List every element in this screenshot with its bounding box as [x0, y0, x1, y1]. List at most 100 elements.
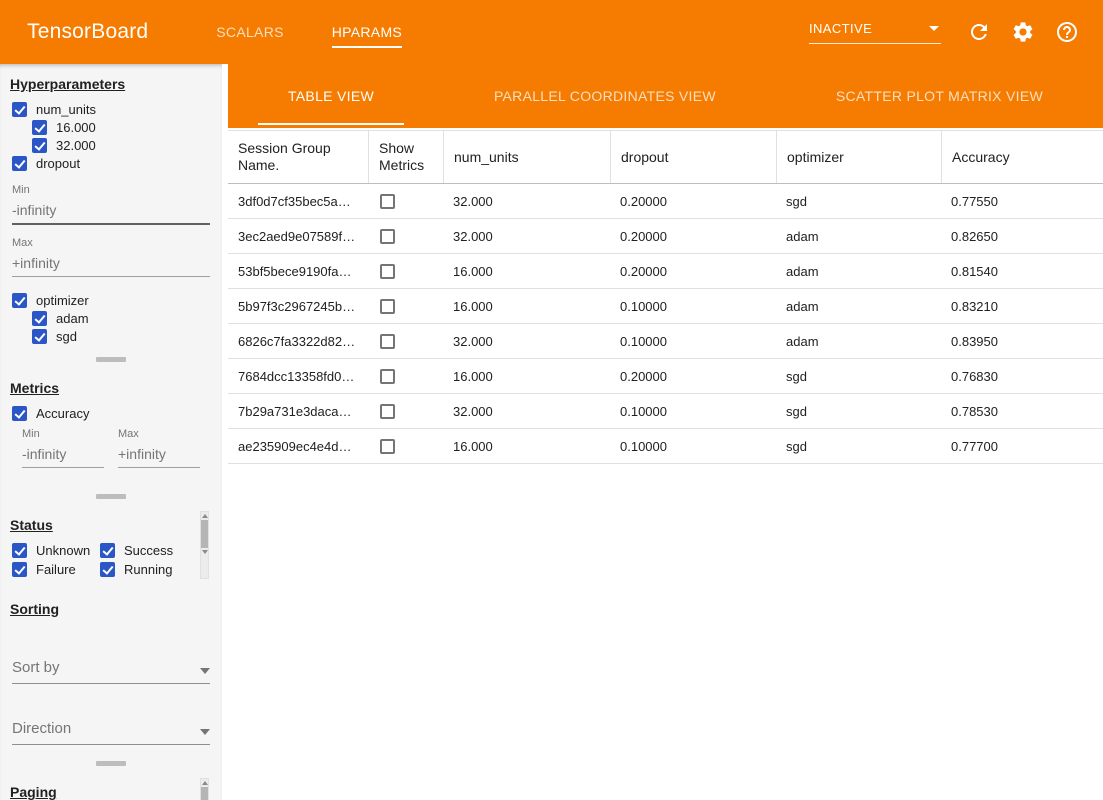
- show-metrics-checkbox[interactable]: [380, 439, 395, 454]
- success-label: Success: [124, 543, 173, 558]
- num-units-value: 16.000: [443, 299, 610, 314]
- paging-scrollbar[interactable]: [200, 778, 209, 800]
- accuracy-value: 0.82650: [941, 229, 1103, 244]
- section-resize-handle[interactable]: [96, 494, 126, 499]
- help-icon[interactable]: [1055, 20, 1079, 44]
- dropout-value: 0.10000: [610, 299, 776, 314]
- section-resize-handle[interactable]: [96, 761, 126, 766]
- tensorboard-app: TensorBoard SCALARS HPARAMS INACTIVE Hyp…: [0, 0, 1103, 800]
- running-label: Running: [124, 562, 172, 577]
- dropout-value: 0.20000: [610, 229, 776, 244]
- num-units-value: 16.000: [443, 264, 610, 279]
- direction-select[interactable]: Direction: [12, 720, 210, 745]
- sgd-checkbox[interactable]: [32, 329, 47, 344]
- metric-min-input[interactable]: [22, 442, 104, 468]
- tab-hparams[interactable]: HPARAMS: [308, 0, 426, 64]
- dropdown-arrow-icon: [200, 668, 210, 674]
- table-row: 7b29a731e3daca… 32.000 0.10000 sgd 0.785…: [228, 394, 1103, 429]
- settings-icon[interactable]: [1011, 20, 1035, 44]
- refresh-icon[interactable]: [967, 20, 991, 44]
- tab-scalars[interactable]: SCALARS: [192, 0, 307, 64]
- optimizer-value: adam: [776, 229, 941, 244]
- dropout-min-input[interactable]: [12, 198, 210, 225]
- unknown-checkbox[interactable]: [12, 543, 27, 558]
- show-metrics-checkbox[interactable]: [380, 369, 395, 384]
- session-group-name: 6826c7fa3322d82…: [228, 334, 368, 349]
- view-tabs: TABLE VIEW PARALLEL COORDINATES VIEW SCA…: [228, 64, 1103, 128]
- optimizer-value: sgd: [776, 439, 941, 454]
- metric-max-input[interactable]: [118, 442, 200, 468]
- show-metrics-checkbox[interactable]: [380, 299, 395, 314]
- accuracy-value: 0.78530: [941, 404, 1103, 419]
- optimizer-checkbox[interactable]: [12, 293, 27, 308]
- running-checkbox[interactable]: [100, 562, 115, 577]
- session-group-name: 5b97f3c2967245b…: [228, 299, 368, 314]
- tab-parallel-coordinates-view[interactable]: PARALLEL COORDINATES VIEW: [464, 64, 746, 128]
- status-unknown: Unknown: [12, 541, 100, 559]
- show-metrics-checkbox[interactable]: [380, 334, 395, 349]
- value-32-checkbox[interactable]: [32, 138, 47, 153]
- scrollbar-thumb[interactable]: [201, 520, 208, 548]
- accuracy-value: 0.83950: [941, 334, 1103, 349]
- optimizer-value: adam: [776, 299, 941, 314]
- col-accuracy: Accuracy: [941, 131, 1103, 183]
- value-16-label: 16.000: [56, 120, 96, 135]
- metric-min-label: Min: [22, 428, 104, 440]
- scroll-up-arrow-icon[interactable]: [202, 514, 208, 518]
- col-session-group-name: Session Group Name.: [228, 131, 368, 183]
- scroll-down-arrow-icon[interactable]: [202, 550, 208, 554]
- session-group-name: ae235909ec4e4d…: [228, 439, 368, 454]
- accuracy-checkbox[interactable]: [12, 406, 27, 421]
- success-checkbox[interactable]: [100, 543, 115, 558]
- tab-table-view[interactable]: TABLE VIEW: [258, 64, 404, 128]
- value-16-checkbox[interactable]: [32, 120, 47, 135]
- num-units-checkbox[interactable]: [12, 102, 27, 117]
- accuracy-value: 0.77700: [941, 439, 1103, 454]
- num-units-label: num_units: [36, 102, 96, 117]
- reload-mode-value: INACTIVE: [809, 21, 872, 36]
- section-resize-handle[interactable]: [96, 357, 126, 362]
- sidebar: Hyperparameters num_units 16.000 32.000 …: [0, 64, 222, 800]
- adam-checkbox[interactable]: [32, 311, 47, 326]
- metric-accuracy: Accuracy: [0, 404, 222, 422]
- num-units-value: 32.000: [443, 404, 610, 419]
- topbar: TensorBoard SCALARS HPARAMS INACTIVE: [0, 0, 1103, 64]
- hparam-optimizer: optimizer: [0, 291, 222, 309]
- show-metrics-checkbox[interactable]: [380, 264, 395, 279]
- reload-mode-select[interactable]: INACTIVE: [809, 21, 941, 44]
- session-group-name: 7684dcc13358fd0…: [228, 369, 368, 384]
- dropout-max-input[interactable]: [12, 251, 210, 277]
- accuracy-value: 0.77550: [941, 194, 1103, 209]
- sorting-heading: Sorting: [0, 589, 222, 625]
- failure-checkbox[interactable]: [12, 562, 27, 577]
- dropdown-arrow-icon: [200, 729, 210, 735]
- hparam-optimizer-sgd: sgd: [0, 327, 222, 345]
- show-metrics-checkbox[interactable]: [380, 404, 395, 419]
- dropdown-arrow-icon: [929, 26, 939, 31]
- status-running: Running: [100, 560, 198, 578]
- sort-by-select[interactable]: Sort by: [12, 659, 210, 684]
- dropout-checkbox[interactable]: [12, 156, 27, 171]
- session-group-name: 3df0d7cf35bec5a…: [228, 194, 368, 209]
- app-title: TensorBoard: [0, 20, 148, 44]
- dropout-value: 0.20000: [610, 264, 776, 279]
- direction-value: Direction: [12, 720, 71, 737]
- accuracy-value: 0.81540: [941, 264, 1103, 279]
- metric-max-field: Max: [118, 428, 200, 468]
- col-dropout: dropout: [610, 131, 776, 183]
- show-metrics-checkbox[interactable]: [380, 194, 395, 209]
- status-section: Status Unknown Success Failure Running: [0, 505, 222, 579]
- session-group-name: 7b29a731e3daca…: [228, 404, 368, 419]
- col-num-units: num_units: [443, 131, 610, 183]
- table-row: 5b97f3c2967245b… 16.000 0.10000 adam 0.8…: [228, 289, 1103, 324]
- session-groups-table: Session Group Name. Show Metrics num_uni…: [228, 130, 1103, 464]
- scrollbar-thumb[interactable]: [201, 787, 208, 800]
- failure-label: Failure: [36, 562, 76, 577]
- tab-scatter-plot-matrix-view[interactable]: SCATTER PLOT MATRIX VIEW: [806, 64, 1073, 128]
- status-success: Success: [100, 541, 198, 559]
- table-header: Session Group Name. Show Metrics num_uni…: [228, 130, 1103, 184]
- show-metrics-checkbox[interactable]: [380, 229, 395, 244]
- topbar-actions: INACTIVE: [809, 20, 1103, 44]
- status-scrollbar[interactable]: [200, 511, 209, 579]
- scroll-up-arrow-icon[interactable]: [202, 781, 208, 785]
